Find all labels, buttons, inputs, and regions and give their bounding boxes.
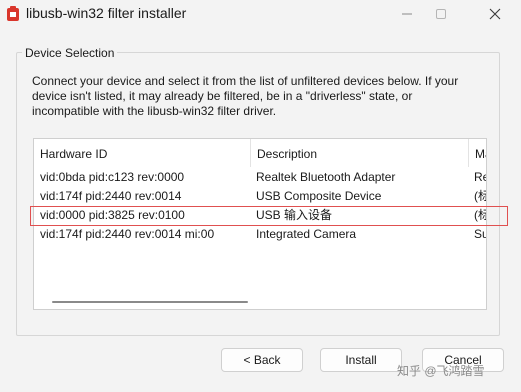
- hardware-id-cell: vid:174f pid:2440 rev:0014: [40, 189, 182, 203]
- horizontal-scrollbar[interactable]: [34, 295, 486, 309]
- list-row[interactable]: vid:0000 pid:3825 rev:0100 USB 输入设备 (标: [34, 206, 486, 225]
- manufacturer-cell: Su: [474, 227, 486, 241]
- hardware-id-cell: vid:174f pid:2440 rev:0014 mi:00: [40, 227, 215, 241]
- list-row[interactable]: vid:174f pid:2440 rev:0014 mi:00 Integra…: [34, 225, 486, 244]
- close-icon: [489, 8, 501, 20]
- instructions-text: Connect your device and select it from t…: [32, 74, 459, 118]
- install-button[interactable]: Install: [320, 348, 402, 372]
- hardware-id-cell: vid:0bda pid:c123 rev:0000: [40, 170, 185, 184]
- column-header-hardware-id[interactable]: Hardware ID: [34, 139, 250, 167]
- manufacturer-cell: (标: [474, 189, 486, 203]
- description-cell: Realtek Bluetooth Adapter: [256, 170, 396, 184]
- group-legend: Device Selection: [22, 46, 118, 60]
- description-cell: Integrated Camera: [256, 227, 357, 241]
- watermark-text: 知乎 @飞鸿踏雪: [397, 364, 485, 378]
- back-button[interactable]: < Back: [221, 348, 303, 372]
- maximize-button[interactable]: [418, 0, 464, 28]
- minimize-icon: [402, 13, 412, 15]
- libusb-app-icon: [7, 6, 19, 21]
- list-header: Hardware ID Description Ma: [34, 139, 486, 167]
- close-button[interactable]: [472, 0, 518, 28]
- list-row[interactable]: vid:0bda pid:c123 rev:0000 Realtek Bluet…: [34, 168, 486, 187]
- scrollbar-thumb[interactable]: [52, 301, 248, 303]
- device-list[interactable]: Hardware ID Description Ma vid:0bda pid:…: [33, 138, 487, 310]
- column-header-description[interactable]: Description: [250, 139, 472, 167]
- hardware-id-cell: vid:0000 pid:3825 rev:0100: [40, 208, 185, 222]
- column-header-manufacturer[interactable]: Ma: [468, 139, 486, 167]
- description-cell: USB 输入设备: [256, 208, 333, 222]
- maximize-icon: [436, 9, 446, 19]
- description-cell: USB Composite Device: [256, 189, 382, 203]
- manufacturer-cell: (标: [474, 208, 486, 222]
- window-title: libusb-win32 filter installer: [26, 5, 187, 21]
- list-row[interactable]: vid:174f pid:2440 rev:0014 USB Composite…: [34, 187, 486, 206]
- title-bar: libusb-win32 filter installer: [0, 0, 521, 28]
- manufacturer-cell: Re: [474, 170, 486, 184]
